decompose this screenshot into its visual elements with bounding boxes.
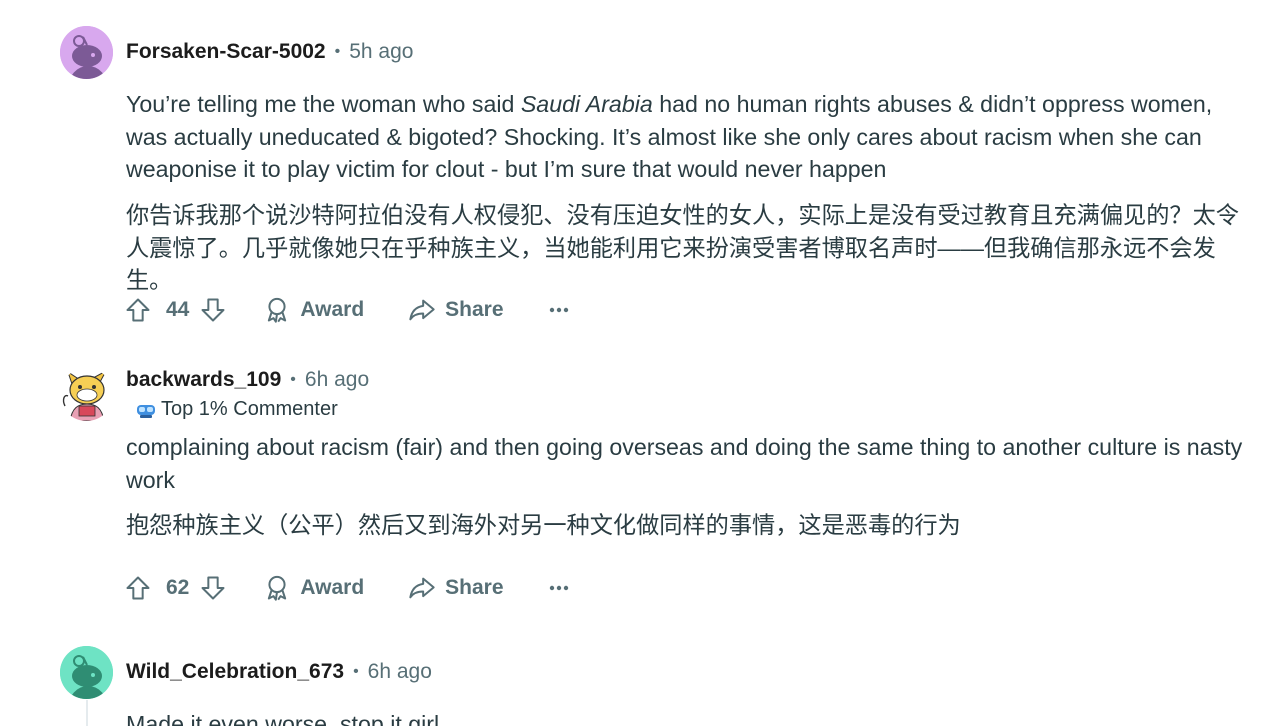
- share-button[interactable]: Share: [408, 574, 504, 602]
- separator-dot: •: [334, 43, 341, 60]
- award-button[interactable]: Award: [263, 574, 364, 602]
- share-label: Share: [445, 298, 504, 321]
- user-avatar[interactable]: [60, 26, 113, 79]
- upvote-icon[interactable]: [124, 296, 152, 324]
- separator-dot: •: [353, 663, 359, 680]
- vote-score: 44: [166, 298, 190, 321]
- downvote-icon[interactable]: [199, 296, 227, 324]
- snoo-avatar-icon: [60, 646, 113, 699]
- username[interactable]: backwards_109: [126, 368, 281, 392]
- more-options-button[interactable]: [548, 584, 570, 592]
- more-icon: [549, 307, 568, 313]
- body-emphasis: Saudi Arabia: [520, 91, 653, 117]
- comment-actions: 44 Award Share: [124, 293, 570, 327]
- comment-meta: Forsaken-Scar-5002 • 5h ago: [126, 40, 413, 64]
- vote-group: 44: [124, 296, 227, 324]
- custom-avatar-icon: [60, 368, 113, 421]
- award-label: Award: [300, 576, 365, 599]
- share-icon: [409, 577, 435, 599]
- more-icon: [549, 585, 568, 591]
- award-icon: [268, 575, 287, 601]
- share-label: Share: [445, 576, 504, 599]
- comment-actions: 62 Award Share: [124, 571, 570, 605]
- user-avatar[interactable]: [60, 646, 113, 699]
- comment-meta: Wild_Celebration_673 • 6h ago: [126, 660, 432, 684]
- award-label: Award: [300, 298, 365, 321]
- username[interactable]: Forsaken-Scar-5002: [126, 40, 326, 64]
- downvote-icon[interactable]: [199, 574, 227, 602]
- award-button[interactable]: Award: [263, 296, 364, 324]
- comment-body-english: You’re telling me the woman who said Sau…: [126, 88, 1246, 186]
- body-text: You’re telling me the woman who said: [126, 91, 521, 117]
- comment-body-english: complaining about racism (fair) and then…: [126, 434, 1243, 493]
- vote-group: 62: [124, 574, 227, 602]
- flair-icon: [137, 404, 155, 418]
- award-icon: [268, 297, 287, 323]
- share-button[interactable]: Share: [408, 296, 504, 324]
- username[interactable]: Wild_Celebration_673: [126, 660, 344, 684]
- vote-score: 62: [166, 576, 190, 599]
- comment-body-english: Made it even worse, stop it girl: [126, 711, 440, 726]
- upvote-icon[interactable]: [124, 574, 152, 602]
- comment-body-chinese: 你告诉我那个说沙特阿拉伯没有人权侵犯、没有压迫女性的女人，实际上是没有受过教育且…: [126, 202, 1239, 293]
- user-avatar[interactable]: [60, 368, 113, 421]
- user-flair: Top 1% Commenter: [136, 398, 338, 421]
- comment-body-chinese: 抱怨种族主义（公平）然后又到海外对另一种文化做同样的事情，这是恶毒的行为: [126, 512, 961, 538]
- flair-label: Top 1% Commenter: [161, 398, 338, 420]
- timestamp[interactable]: 6h ago: [368, 660, 432, 684]
- more-options-button[interactable]: [548, 306, 570, 314]
- timestamp[interactable]: 6h ago: [305, 368, 369, 392]
- snoo-avatar-icon: [60, 26, 113, 79]
- timestamp[interactable]: 5h ago: [349, 40, 413, 64]
- comment-meta: backwards_109 • 6h ago: [126, 368, 369, 392]
- thread-line[interactable]: [86, 700, 88, 726]
- separator-dot: •: [290, 371, 296, 388]
- share-icon: [409, 299, 435, 321]
